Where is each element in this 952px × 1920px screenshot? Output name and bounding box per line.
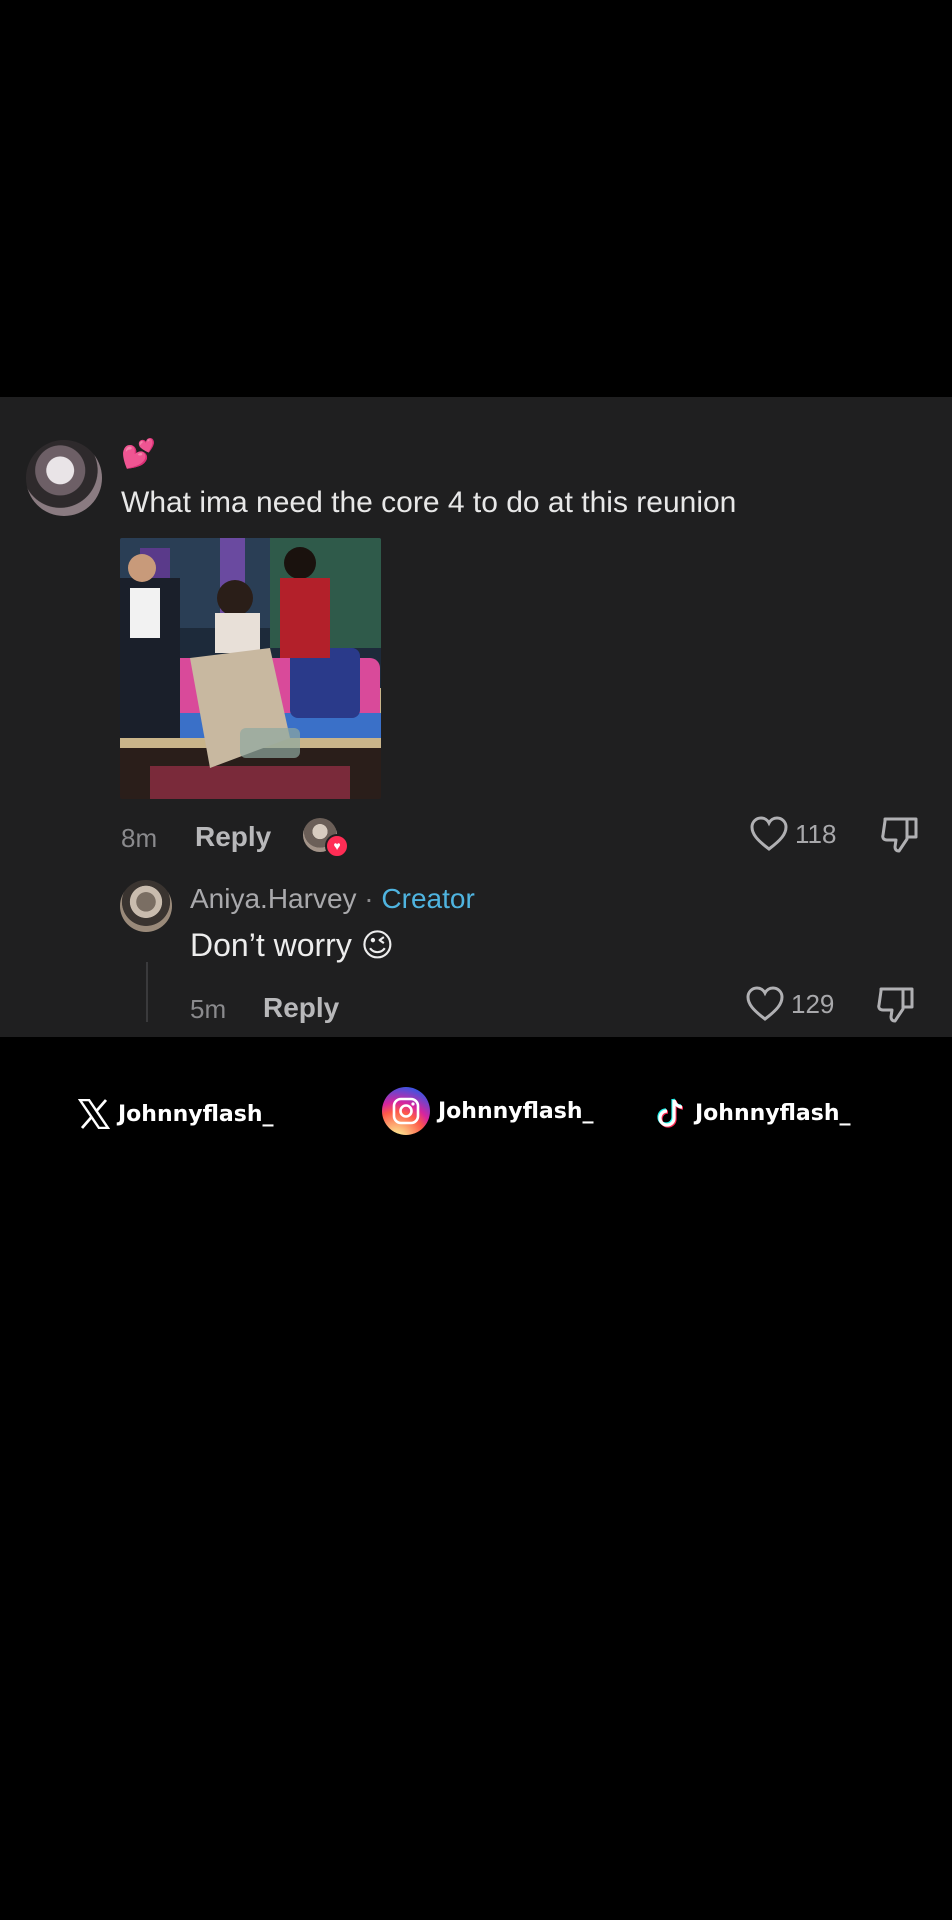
heart-outline-icon — [750, 816, 788, 851]
thumbs-down-icon — [877, 987, 914, 1023]
x-handle[interactable]: Johnnyflash_ — [78, 1099, 274, 1129]
tiktok-handle-text: Johnnyflash_ — [695, 1100, 851, 1126]
instagram-handle[interactable]: Johnnyflash_ — [382, 1087, 594, 1135]
comment-time: 8m — [121, 823, 158, 853]
instagram-handle-text: Johnnyflash_ — [438, 1098, 594, 1124]
comment-reply-button[interactable]: Reply — [195, 821, 271, 853]
hearts-emoji: 💕 — [121, 438, 156, 469]
x-logo-icon — [78, 1099, 110, 1129]
reply-text: Don’t worry 😉 — [190, 927, 395, 963]
comment-text: What ima need the core 4 to do at this r… — [121, 486, 737, 519]
reply-like-count: 129 — [791, 988, 835, 1019]
comment-image[interactable] — [120, 538, 381, 799]
commenter-avatar[interactable] — [26, 440, 102, 516]
reply-author-name[interactable]: Aniya.Harvey — [190, 883, 357, 914]
comment-like-count: 118 — [795, 818, 837, 849]
x-handle-text: Johnnyflash_ — [118, 1101, 274, 1127]
reply-author-separator: · — [364, 883, 374, 914]
thumbs-down-icon — [881, 817, 918, 853]
reply-author-line: Aniya.Harvey · Creator — [190, 883, 475, 915]
reply-like-button[interactable]: 129 — [745, 985, 834, 1023]
reply-dislike-button[interactable] — [875, 985, 917, 1030]
social-handles: Johnnyflash_ Johnnyflash_ Johnnyflash_ — [0, 1085, 952, 1145]
tiktok-logo-icon — [657, 1098, 684, 1128]
tiktok-handle[interactable]: Johnnyflash_ — [657, 1097, 851, 1129]
reunion-photo — [120, 538, 381, 799]
heart-outline-icon — [746, 986, 784, 1021]
creator-liked-heart-icon: ♥ — [325, 834, 349, 858]
reply-author-avatar[interactable] — [120, 880, 172, 932]
comment-dislike-button[interactable] — [879, 815, 921, 860]
reply-reply-button[interactable]: Reply — [263, 992, 339, 1024]
creator-badge: Creator — [381, 883, 475, 914]
instagram-logo-icon — [382, 1087, 430, 1135]
thread-line — [146, 962, 148, 1022]
reply-time: 5m — [190, 994, 227, 1024]
comment-like-button[interactable]: 118 — [749, 815, 836, 853]
